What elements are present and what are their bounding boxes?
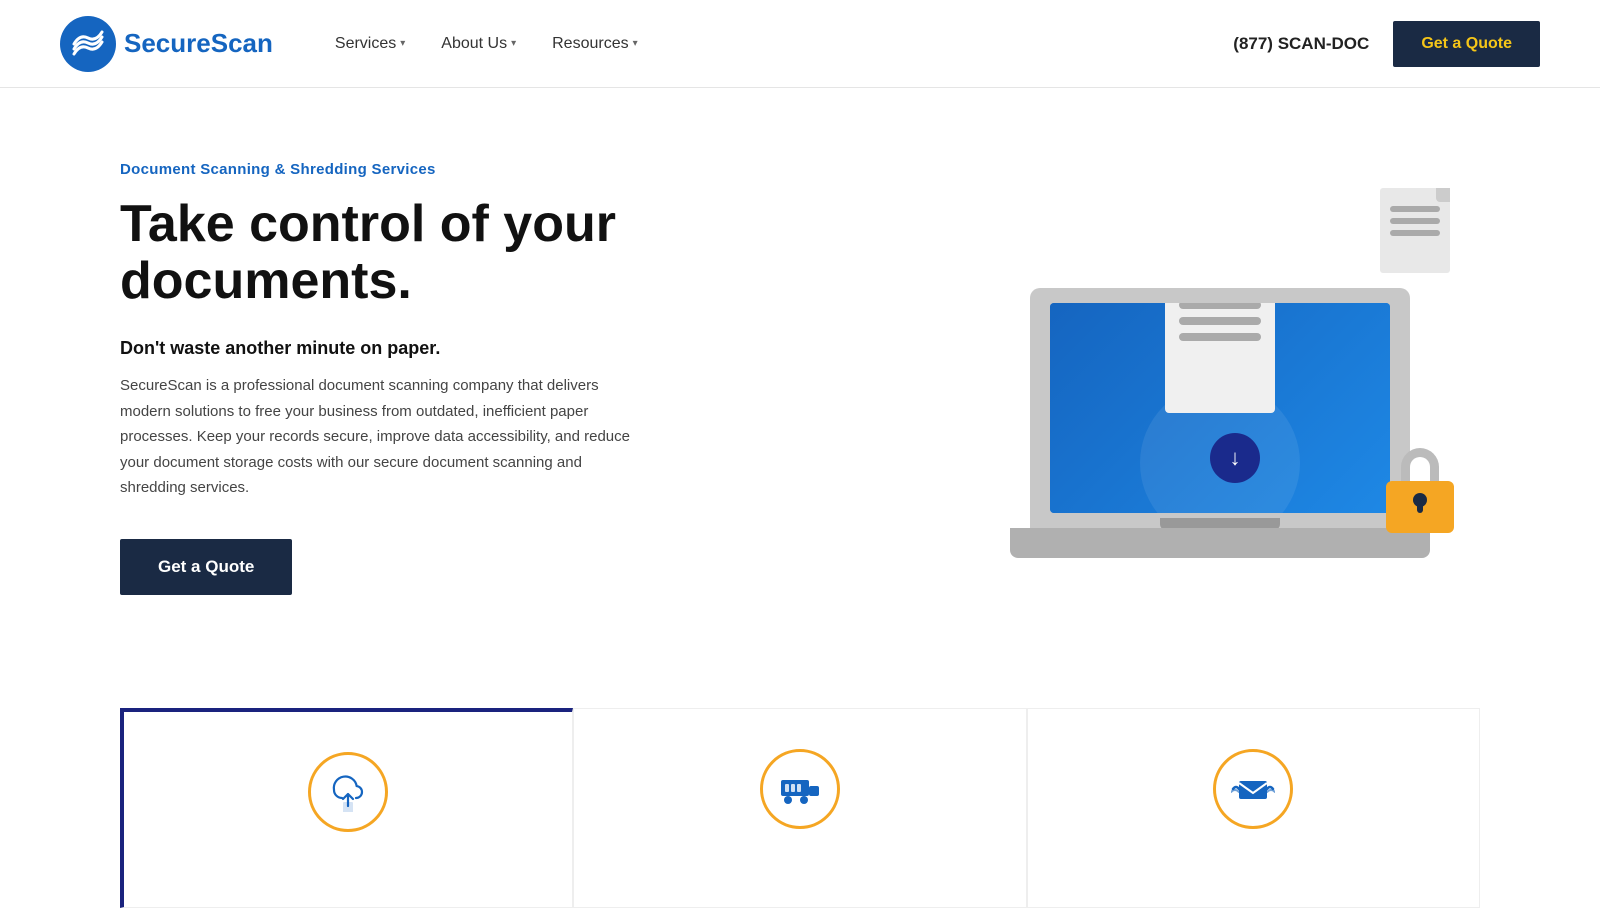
services-grid — [120, 708, 1480, 908]
service-icon-mail-fast — [1213, 749, 1293, 829]
hero-strong-text: Don't waste another minute on paper. — [120, 338, 640, 359]
small-document-icon — [1380, 188, 1450, 273]
logo-text: SecureScan — [124, 28, 273, 59]
laptop-base — [1010, 528, 1430, 558]
service-card-scanning — [120, 708, 573, 908]
lock-icon — [1380, 448, 1460, 533]
service-icon-cloud-upload — [308, 752, 388, 832]
mail-fast-icon — [1231, 771, 1275, 807]
laptop-illustration: ↓ — [1030, 288, 1410, 528]
main-nav: Services ▾ About Us ▾ Resources ▾ — [321, 27, 652, 61]
nav-item-resources[interactable]: Resources ▾ — [538, 27, 652, 61]
shredder-icon — [779, 770, 821, 808]
download-arrow-icon: ↓ — [1210, 433, 1260, 483]
logo-icon[interactable] — [60, 16, 116, 72]
chevron-down-icon: ▾ — [400, 38, 405, 49]
hero-cta-button[interactable]: Get a Quote — [120, 539, 292, 595]
nav-item-services[interactable]: Services ▾ — [321, 27, 419, 61]
hero-illustration: ↓ — [960, 168, 1480, 588]
hero-section: Document Scanning & Shredding Services T… — [0, 88, 1600, 668]
service-card-records — [1027, 708, 1480, 908]
services-section — [0, 668, 1600, 908]
logo-area: SecureScan Services ▾ About Us ▾ Resourc… — [60, 16, 652, 72]
chevron-down-icon: ▾ — [511, 38, 516, 49]
phone-number: (877) SCAN-DOC — [1233, 34, 1369, 54]
hero-subtitle: Document Scanning & Shredding Services — [120, 161, 640, 178]
hero-content: Document Scanning & Shredding Services T… — [120, 161, 640, 595]
hero-title: Take control of your documents. — [120, 196, 640, 310]
site-header: SecureScan Services ▾ About Us ▾ Resourc… — [0, 0, 1600, 88]
header-cta-button[interactable]: Get a Quote — [1393, 21, 1540, 67]
chevron-down-icon: ▾ — [633, 38, 638, 49]
hero-description: SecureScan is a professional document sc… — [120, 373, 640, 501]
laptop-screen: ↓ — [1050, 303, 1390, 513]
header-right: (877) SCAN-DOC Get a Quote — [1233, 21, 1540, 67]
document-icon — [1165, 303, 1275, 413]
service-card-shredding — [573, 708, 1026, 908]
cloud-upload-icon — [328, 772, 368, 812]
service-icon-shredder — [760, 749, 840, 829]
nav-item-about[interactable]: About Us ▾ — [427, 27, 530, 61]
